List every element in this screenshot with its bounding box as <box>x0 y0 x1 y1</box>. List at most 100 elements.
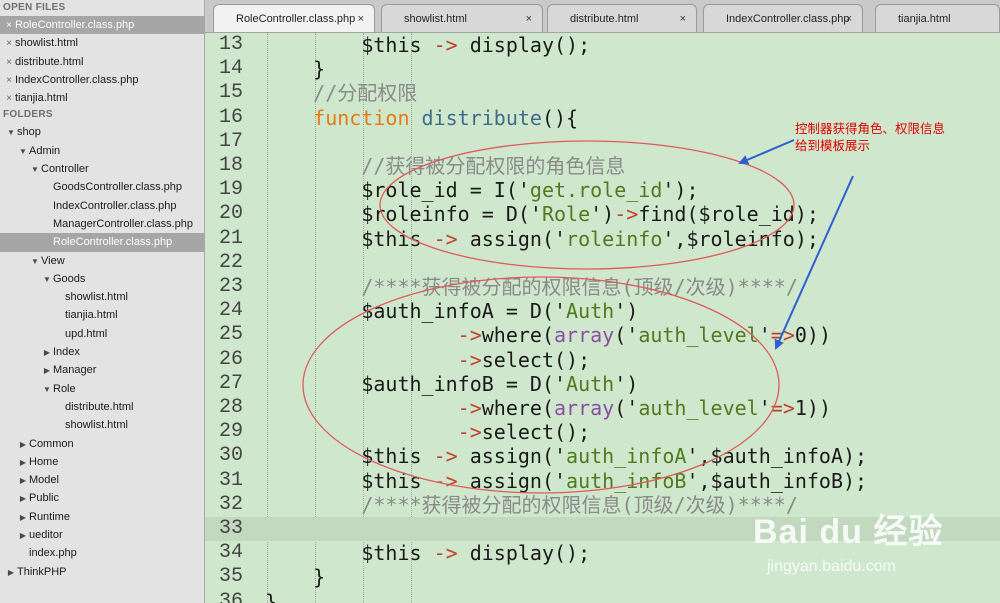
tree-item[interactable]: ▶ ThinkPHP <box>0 563 204 581</box>
tab-3[interactable]: distribute.html × <box>547 4 697 32</box>
code-line[interactable]: 19 $role_id = I('get.role_id'); <box>205 178 1000 202</box>
tab-label: IndexController.class.php <box>726 13 850 25</box>
annotation-text: 控制器获得角色、权限信息 给到模板展示 <box>795 120 945 154</box>
tab-4[interactable]: IndexController.class.php × <box>703 4 863 32</box>
tree-item[interactable]: ▶ Index <box>0 343 204 361</box>
tree-item[interactable]: ▶ Common <box>0 435 204 453</box>
open-file-item[interactable]: × tianjia.html <box>0 89 204 107</box>
collapsed-triangle-icon[interactable]: ▶ <box>17 509 29 527</box>
tree-item[interactable]: showlist.html <box>0 288 204 306</box>
code-text: /****获得被分配的权限信息(顶级/次级)****/ <box>361 275 798 299</box>
expanded-triangle-icon[interactable]: ▼ <box>5 124 17 142</box>
tree-item[interactable]: RoleController.class.php <box>0 233 204 252</box>
tree-item[interactable]: ▶ Model <box>0 471 204 489</box>
tree-item[interactable]: ▶ ueditor <box>0 526 204 544</box>
tab-label: tianjia.html <box>898 13 951 25</box>
open-files-header: OPEN FILES <box>3 2 66 13</box>
collapsed-triangle-icon[interactable]: ▶ <box>5 564 17 582</box>
expanded-triangle-icon[interactable]: ▼ <box>41 381 53 399</box>
collapsed-triangle-icon[interactable]: ▶ <box>17 436 29 454</box>
tree-item[interactable]: ▼ View <box>0 252 204 270</box>
tree-item[interactable]: ▶ Manager <box>0 361 204 379</box>
code-line[interactable]: 26 ->select(); <box>205 348 1000 372</box>
tree-item[interactable]: ▶ Public <box>0 489 204 507</box>
open-files-list: × RoleController.class.php × showlist.html ×… <box>0 16 204 107</box>
code-line[interactable]: 31 $this -> assign('auth_infoB',$auth_in… <box>205 469 1000 493</box>
code-line[interactable]: 14 } <box>205 57 1000 81</box>
open-file-item[interactable]: × distribute.html <box>0 53 204 71</box>
tab-close-icon[interactable]: × <box>846 5 852 32</box>
tree-item[interactable]: ▼ shop <box>0 123 204 141</box>
annotation-line-2: 给到模板展示 <box>795 138 871 153</box>
tree-item[interactable]: ManagerController.class.php <box>0 215 204 233</box>
tree-item-label: upd.html <box>65 327 108 340</box>
open-file-item[interactable]: × IndexController.class.php <box>0 71 204 89</box>
collapsed-triangle-icon[interactable]: ▶ <box>17 454 29 472</box>
code-line[interactable]: 28 ->where(array('auth_level'=>1)) <box>205 396 1000 420</box>
tab-close-icon[interactable]: × <box>680 5 686 32</box>
tree-item[interactable]: ▶ Home <box>0 453 204 471</box>
watermark-brand: Bai du 经验 <box>753 513 944 551</box>
code-line[interactable]: 30 $this -> assign('auth_infoA',$auth_in… <box>205 444 1000 468</box>
code-line[interactable]: 23 /****获得被分配的权限信息(顶级/次级)****/ <box>205 275 1000 299</box>
code-text: $role_id = I('get.role_id'); <box>265 178 699 203</box>
expanded-triangle-icon[interactable]: ▼ <box>29 253 41 271</box>
code-line[interactable]: 22 <box>205 251 1000 275</box>
expanded-triangle-icon[interactable]: ▼ <box>41 271 53 289</box>
tree-item[interactable]: showlist.html <box>0 416 204 434</box>
code-line[interactable]: 25 ->where(array('auth_level'=>0)) <box>205 323 1000 347</box>
folders-header: FOLDERS <box>3 109 53 121</box>
line-number: 23 <box>218 275 243 298</box>
tree-item-label: showlist.html <box>65 291 128 304</box>
collapsed-triangle-icon[interactable]: ▶ <box>17 472 29 490</box>
code-line[interactable]: 15 //分配权限 <box>205 81 1000 105</box>
code-line[interactable]: 20 $roleinfo = D('Role')->find($role_id)… <box>205 202 1000 226</box>
tree-item[interactable]: upd.html <box>0 325 204 343</box>
line-number: 36 <box>218 589 243 603</box>
code-line[interactable]: 13 $this -> display(); <box>205 33 1000 57</box>
tree-item[interactable]: ▼ Controller <box>0 160 204 178</box>
open-file-item[interactable]: × showlist.html <box>0 34 204 52</box>
collapsed-triangle-icon[interactable]: ▶ <box>41 344 53 362</box>
close-icon[interactable]: × <box>3 35 15 53</box>
tree-item[interactable]: tianjia.html <box>0 306 204 324</box>
line-number: 25 <box>218 323 243 347</box>
tab-close-icon[interactable]: × <box>526 5 532 32</box>
close-icon[interactable]: × <box>3 17 15 35</box>
line-number: 32 <box>218 492 243 516</box>
tree-item[interactable]: GoodsController.class.php <box>0 178 204 196</box>
line-number: 26 <box>218 347 243 371</box>
close-icon[interactable]: × <box>3 54 15 72</box>
tree-item[interactable]: ▼ Role <box>0 380 204 398</box>
tab-2[interactable]: showlist.html × <box>381 4 543 32</box>
tab-1[interactable]: RoleController.class.php × <box>213 4 375 32</box>
collapsed-triangle-icon[interactable]: ▶ <box>17 490 29 508</box>
open-file-label: distribute.html <box>15 55 84 68</box>
code-text: $auth_infoB = D('Auth') <box>265 371 639 396</box>
close-icon[interactable]: × <box>3 72 15 90</box>
expanded-triangle-icon[interactable]: ▼ <box>17 143 29 161</box>
tree-item[interactable]: ▼ Admin <box>0 142 204 160</box>
tree-item[interactable]: ▶ Runtime <box>0 508 204 526</box>
code-line[interactable]: 21 $this -> assign('roleinfo',$roleinfo)… <box>205 227 1000 251</box>
open-file-label: IndexController.class.php <box>15 73 139 86</box>
tab-close-icon[interactable]: × <box>358 5 364 32</box>
collapsed-triangle-icon[interactable]: ▶ <box>17 527 29 545</box>
tree-item-label: IndexController.class.php <box>53 199 177 212</box>
tree-item-label: Common <box>29 437 74 450</box>
tree-item[interactable]: ▼ Goods <box>0 270 204 288</box>
tab-5[interactable]: tianjia.html <box>875 4 1000 32</box>
code-line[interactable]: 29 ->select(); <box>205 420 1000 444</box>
collapsed-triangle-icon[interactable]: ▶ <box>41 362 53 380</box>
tree-item[interactable]: distribute.html <box>0 398 204 416</box>
open-file-item[interactable]: × RoleController.class.php <box>0 16 204 35</box>
tree-item[interactable]: index.php <box>0 544 204 562</box>
code-line[interactable]: 24 $auth_infoA = D('Auth') <box>205 299 1000 323</box>
expanded-triangle-icon[interactable]: ▼ <box>29 161 41 179</box>
code-line[interactable]: 27 $auth_infoB = D('Auth') <box>205 372 1000 396</box>
tree-item-label: Role <box>53 382 76 395</box>
code-text: ->where(array('auth_level'=>1)) <box>457 396 831 420</box>
tree-item[interactable]: IndexController.class.php <box>0 197 204 215</box>
code-line[interactable]: 18 //获得被分配权限的角色信息 <box>205 154 1000 178</box>
close-icon[interactable]: × <box>3 90 15 108</box>
